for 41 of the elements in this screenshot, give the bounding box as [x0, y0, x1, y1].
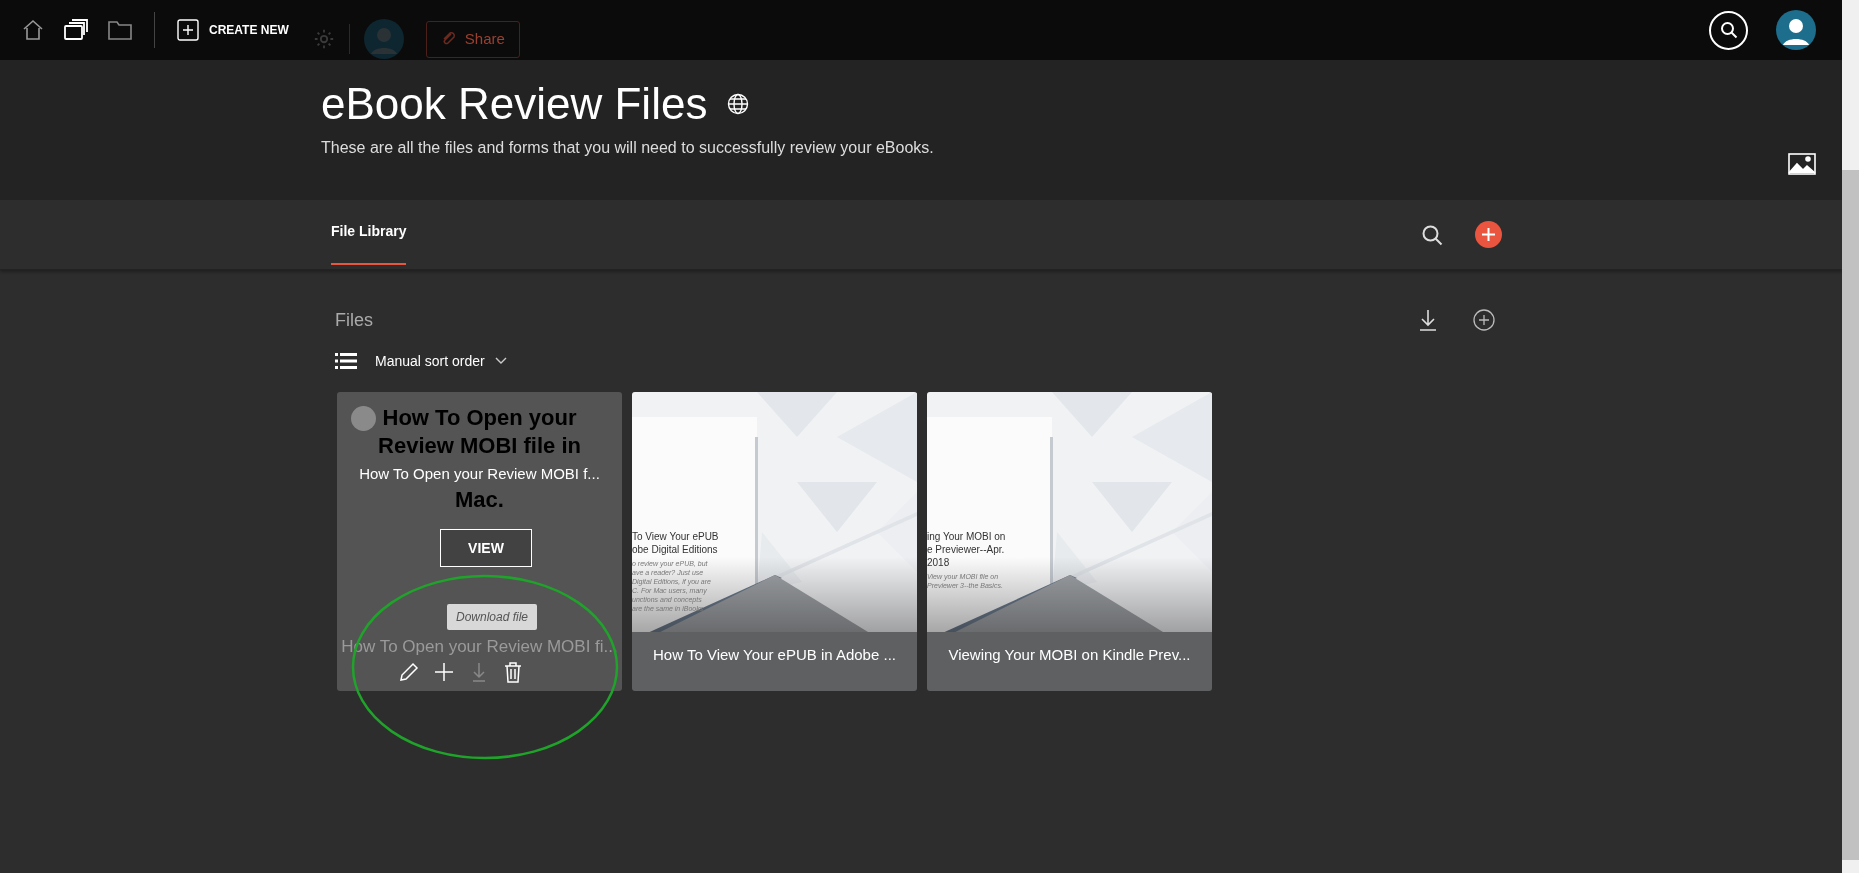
document-heading: Review MOBI file in [378, 432, 581, 460]
document-heading: How To Open your [382, 404, 577, 432]
file-title: How To View Your ePUB in Adobe ... [652, 645, 897, 665]
plus-icon [1482, 228, 1495, 241]
search-button[interactable] [1709, 10, 1748, 50]
document-heading: Mac. [455, 486, 504, 514]
plus-icon [177, 19, 199, 41]
folder-icon[interactable] [108, 20, 132, 40]
plus-icon[interactable] [432, 660, 456, 684]
edit-icon[interactable] [397, 660, 421, 684]
download-icon[interactable] [1419, 309, 1437, 331]
file-card[interactable] [632, 392, 917, 691]
chevron-down-icon [494, 357, 507, 365]
list-icon [335, 353, 357, 369]
paperclip-icon [440, 31, 457, 47]
avatar-icon[interactable] [1776, 10, 1816, 50]
file-title: How To Open your Review MOBI f... [358, 464, 601, 484]
document-heading: e Previewer--Apr. [927, 543, 1006, 556]
sort-dropdown[interactable]: Manual sort order [335, 346, 507, 376]
page-subtitle: These are all the files and forms that you will need to successfully review your eBooks. [321, 138, 934, 158]
document-heading: 2018 [927, 556, 951, 569]
home-icon[interactable] [22, 19, 44, 41]
add-circle-icon[interactable] [1473, 309, 1495, 331]
tooltip: Download file [447, 604, 538, 630]
globe-icon[interactable] [727, 93, 750, 115]
search-icon [1719, 21, 1738, 39]
add-button[interactable] [1475, 221, 1502, 248]
page-title: eBook Review Files [321, 78, 708, 130]
create-new-button[interactable]: CREATE NEW [177, 19, 289, 41]
search-icon[interactable] [1421, 223, 1443, 246]
file-title: Viewing Your MOBI on Kindle Prev... [947, 645, 1192, 665]
windows-icon[interactable] [64, 19, 88, 41]
scrollbar-thumb[interactable] [1842, 170, 1859, 860]
document-heading: obe Digital Editions [632, 543, 719, 556]
section-title: Files [335, 308, 373, 332]
image-icon[interactable] [1788, 153, 1816, 175]
tab[interactable]: File Library [331, 196, 407, 265]
trash-icon[interactable] [502, 660, 524, 684]
document-heading: To View Your ePUB [632, 530, 719, 543]
document-heading: ing Your MOBI on [927, 530, 1006, 543]
view-button[interactable]: VIEW [440, 529, 532, 567]
